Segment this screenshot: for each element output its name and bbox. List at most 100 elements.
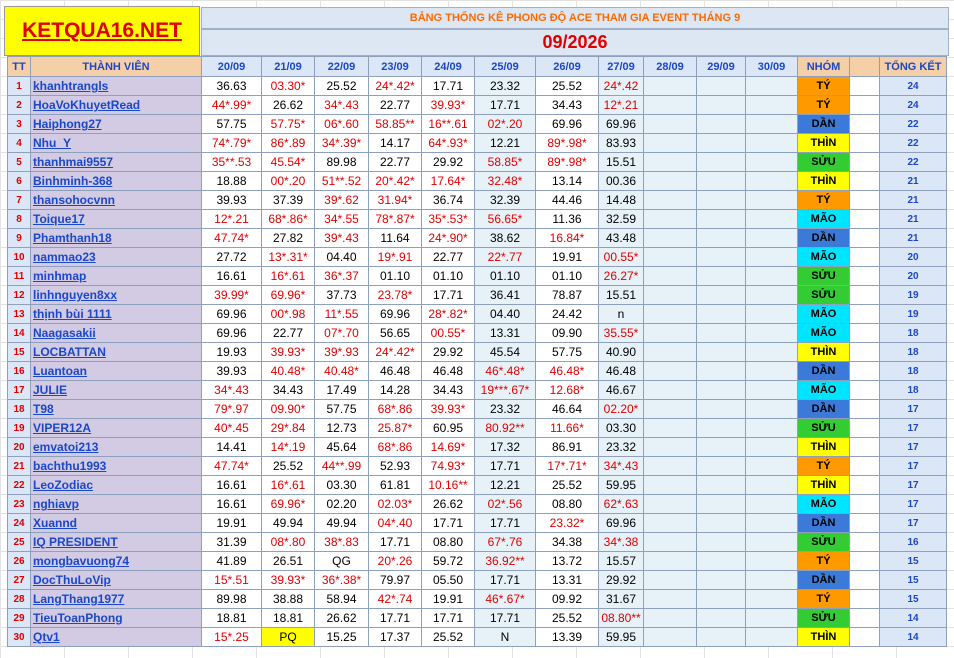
score-cell [643, 323, 697, 343]
member-link[interactable]: Toique17 [33, 212, 85, 226]
member-link[interactable]: DocThuLoVip [33, 573, 111, 587]
member-link[interactable]: thịnh bùi 1111 [33, 307, 112, 321]
score-cell: 39.99* [201, 285, 262, 305]
score-cell: 37.73 [314, 285, 369, 305]
member-link[interactable]: JULIE [33, 383, 67, 397]
spacer-cell [849, 361, 880, 381]
member-link[interactable]: nammao23 [33, 250, 96, 264]
group-badge: TÝ [797, 589, 850, 609]
score-cell: 89.98 [201, 589, 262, 609]
score-cell: 13.39 [535, 627, 599, 647]
site-logo[interactable]: KETQUA16.NET [4, 6, 200, 56]
member-link[interactable]: nghiavp [33, 497, 79, 511]
score-cell: 44**.99 [314, 456, 369, 476]
member-link[interactable]: Binhminh-368 [33, 174, 112, 188]
member-link[interactable]: Xuannd [33, 516, 77, 530]
member-link[interactable]: T98 [33, 402, 54, 416]
row-number: 24 [7, 513, 31, 533]
score-cell: 39.93* [421, 399, 475, 419]
group-badge: TÝ [797, 551, 850, 571]
total-cell: 15 [879, 551, 947, 571]
score-cell [745, 190, 798, 210]
score-cell: 40.48* [261, 361, 315, 381]
spacer-cell [849, 627, 880, 647]
score-cell [696, 399, 746, 419]
score-cell: 29*.84 [261, 418, 315, 438]
member-link[interactable]: Haiphong27 [33, 117, 102, 131]
spacer-cell [849, 494, 880, 514]
group-badge: TÝ [797, 95, 850, 115]
score-cell: 46.48 [598, 361, 644, 381]
score-cell: 01.10 [535, 266, 599, 286]
score-cell [696, 475, 746, 495]
member-link[interactable]: thansohocvnn [33, 193, 115, 207]
score-cell: 14.17 [368, 133, 422, 153]
member-link[interactable]: Luantoan [33, 364, 87, 378]
member-link[interactable]: Qtv1 [33, 630, 60, 644]
member-link[interactable]: Nhu_Y [33, 136, 71, 150]
total-cell: 17 [879, 475, 947, 495]
score-cell: 25.52 [421, 627, 475, 647]
group-badge: DẦN [797, 114, 850, 134]
total-cell: 21 [879, 209, 947, 229]
table-row: 24 Xuannd 19.91 49.94 49.94 04*.40 17.71 17.71 2… [7, 513, 947, 533]
score-cell: 43.48 [598, 228, 644, 248]
member-link[interactable]: LangThang1977 [33, 592, 124, 606]
table-row: 17 JULIE 34*.43 34.43 17.49 14.28 34.43 19***.6… [7, 380, 947, 400]
score-cell: 13.31 [474, 323, 536, 343]
total-cell: 20 [879, 266, 947, 286]
member-link[interactable]: HoaVoKhuyetRead [33, 98, 140, 112]
score-cell: 36*.38* [314, 570, 369, 590]
score-cell [696, 190, 746, 210]
score-cell [696, 570, 746, 590]
header-date: 21/09 [261, 56, 315, 77]
score-cell: 17*.71* [535, 456, 599, 476]
member-link[interactable]: LOCBATTAN [33, 345, 106, 359]
member-link[interactable]: Phamthanh18 [33, 231, 112, 245]
score-cell [745, 570, 798, 590]
total-cell: 18 [879, 323, 947, 343]
member-link[interactable]: TieuToanPhong [33, 611, 123, 625]
member-link[interactable]: thanhmai9557 [33, 155, 113, 169]
score-cell: 79*.97 [201, 399, 262, 419]
member-link[interactable]: IQ PRESIDENT [33, 535, 118, 549]
member-link[interactable]: LeoZodiac [33, 478, 93, 492]
score-cell: 07*.70 [314, 323, 369, 343]
member-link[interactable]: emvatoi213 [33, 440, 98, 454]
score-cell: 23.32 [474, 399, 536, 419]
member-link[interactable]: minhmap [33, 269, 86, 283]
row-number: 8 [7, 209, 31, 229]
member-link[interactable]: mongbavuong74 [33, 554, 129, 568]
score-cell: 14*.19 [261, 437, 315, 457]
member-link[interactable]: Naagasakii [33, 326, 96, 340]
score-cell [643, 532, 697, 552]
score-cell [643, 95, 697, 115]
total-cell: 20 [879, 247, 947, 267]
score-cell: 11.66* [535, 418, 599, 438]
member-link[interactable]: linhnguyen8xx [33, 288, 117, 302]
score-cell [696, 114, 746, 134]
score-cell: 45.54* [261, 152, 315, 172]
score-cell [643, 304, 697, 324]
score-cell: 35**.53 [201, 152, 262, 172]
score-cell: 57.75 [314, 399, 369, 419]
member-cell: thansohocvnn [30, 190, 202, 210]
member-link[interactable]: bachthu1993 [33, 459, 106, 473]
member-link[interactable]: khanhtrangls [33, 79, 108, 93]
score-cell: 19.91 [201, 513, 262, 533]
total-cell: 21 [879, 228, 947, 248]
score-cell: 12.21 [474, 475, 536, 495]
score-cell [643, 418, 697, 438]
score-cell: 04*.40 [368, 513, 422, 533]
row-number: 10 [7, 247, 31, 267]
score-cell: 59.72 [421, 551, 475, 571]
row-number: 29 [7, 608, 31, 628]
group-badge: THÌN [797, 437, 850, 457]
score-cell [696, 494, 746, 514]
score-cell [643, 437, 697, 457]
score-cell [643, 342, 697, 362]
score-cell: 09.90* [261, 399, 315, 419]
member-link[interactable]: VIPER12A [33, 421, 91, 435]
score-cell: 31.67 [598, 589, 644, 609]
score-cell: 39.93* [421, 95, 475, 115]
